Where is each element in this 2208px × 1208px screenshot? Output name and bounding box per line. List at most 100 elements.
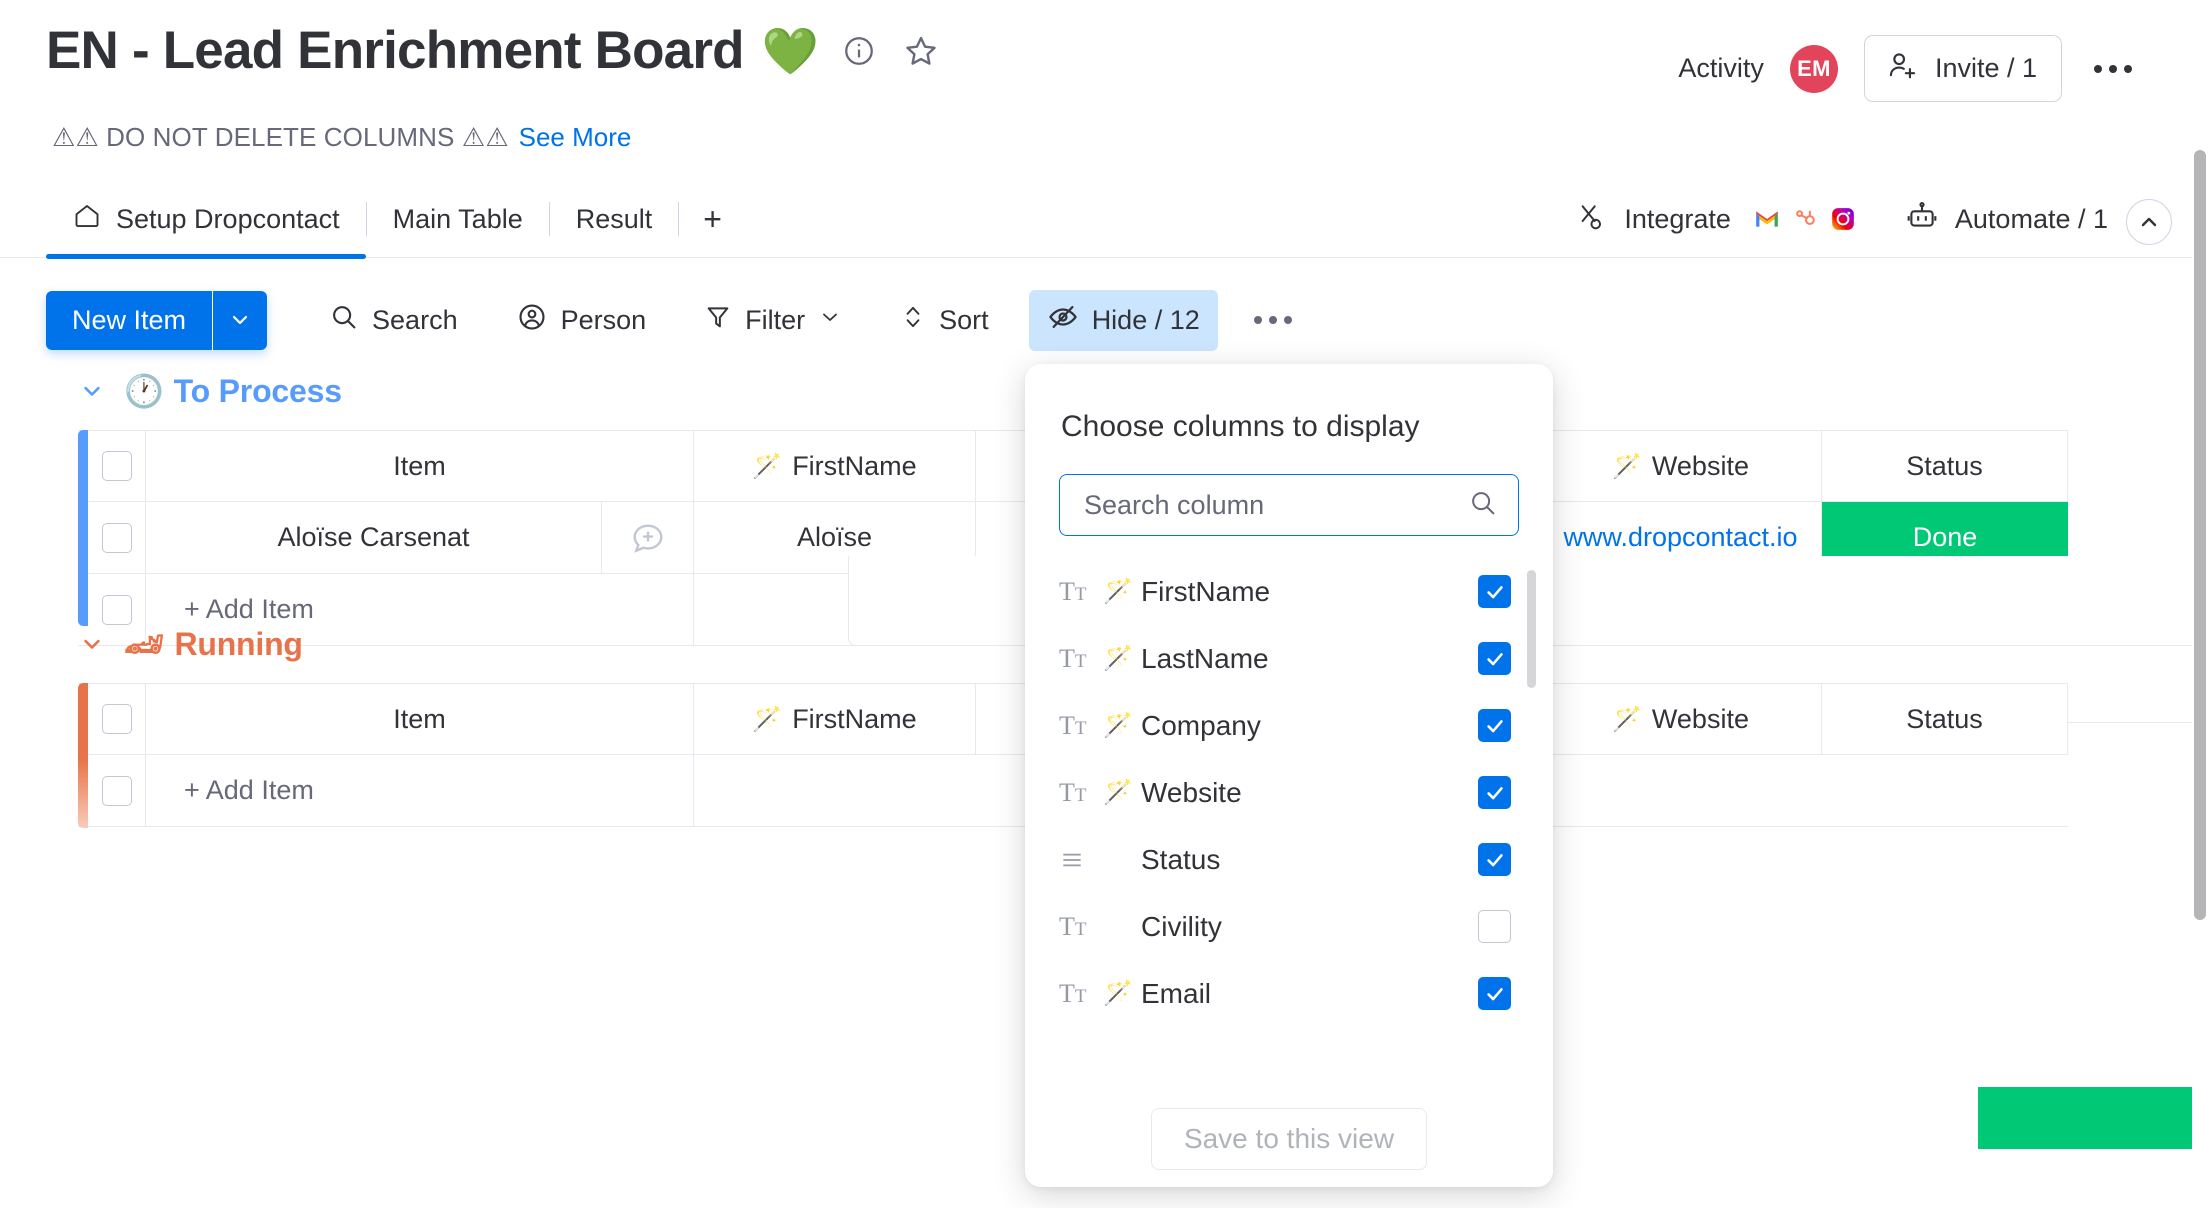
avatar[interactable]: EM (1789, 44, 1838, 93)
search-icon[interactable] (1468, 488, 1498, 523)
column-label: FirstName (792, 450, 917, 481)
group-color-strip (78, 683, 88, 828)
popover-footer: Save to this view (1025, 1091, 1553, 1187)
column-header-status[interactable]: Status (1822, 431, 2068, 501)
add-item-button[interactable]: + Add Item (146, 755, 694, 826)
toolbar-more-icon[interactable] (1238, 302, 1308, 338)
column-option-status[interactable]: Status (1025, 826, 1553, 893)
cell-item[interactable]: Aloïse Carsenat (146, 502, 602, 573)
text-icon: TT (1059, 911, 1087, 941)
wand-icon: 🪄 (1103, 578, 1133, 605)
chevron-up-icon[interactable] (2126, 199, 2172, 245)
board-description-text: ⚠⚠ DO NOT DELETE COLUMNS ⚠⚠ (52, 122, 509, 152)
eye-off-icon (1047, 301, 1079, 340)
column-option-checkbox[interactable] (1478, 575, 1511, 608)
popover-scrollbar[interactable] (1527, 570, 1536, 688)
column-option-civility[interactable]: TT Civility (1025, 893, 1553, 960)
chevron-down-icon[interactable] (213, 290, 268, 350)
column-header-item[interactable]: Item (146, 684, 694, 754)
column-header-firstname[interactable]: 🪄 FirstName (694, 684, 976, 754)
column-option-label: FirstName (1141, 575, 1271, 607)
heart-emoji: 💚 (761, 24, 820, 77)
group-title[interactable]: 🏎 Running (124, 625, 303, 663)
row-checkbox[interactable] (88, 755, 146, 826)
see-more-link[interactable]: See More (519, 122, 632, 153)
more-options-icon[interactable] (2088, 55, 2138, 83)
tab-main-table[interactable]: Main Table (367, 180, 549, 258)
column-header-website[interactable]: 🪄 Website (1540, 431, 1822, 501)
column-list[interactable]: TT 🪄 FirstName TT 🪄 LastName TT 🪄 Company TT 🪄 Webs… (1025, 558, 1553, 1040)
text-icon: TT (1059, 978, 1087, 1008)
group-title[interactable]: 🕐 To Process (124, 372, 342, 410)
column-option-label: Email (1141, 977, 1212, 1009)
column-header-firstname[interactable]: 🪄 FirstName (694, 431, 976, 501)
info-icon[interactable] (837, 29, 881, 73)
search-column-input[interactable] (1084, 489, 1468, 521)
text-icon: TT (1059, 576, 1087, 606)
header-actions: Activity EM Invite / 1 (1678, 35, 2138, 102)
wand-icon: 🪄 (752, 705, 783, 733)
column-option-email-qualification[interactable]: TTEmail Qualification (1025, 1027, 1553, 1040)
select-all-checkbox[interactable] (88, 684, 146, 754)
activity-label[interactable]: Activity (1678, 53, 1764, 84)
row-checkbox[interactable] (88, 502, 146, 573)
column-option-checkbox[interactable] (1478, 642, 1511, 675)
column-option-website[interactable]: TT 🪄 Website (1025, 759, 1553, 826)
add-update-icon[interactable] (602, 502, 694, 573)
person-button[interactable]: Person (498, 290, 665, 351)
hide-button[interactable]: Hide / 12 (1028, 289, 1218, 351)
column-option-label: LastName (1141, 642, 1269, 674)
filter-button[interactable]: Filter (686, 292, 860, 349)
column-option-firstname[interactable]: TT 🪄 FirstName (1025, 558, 1553, 625)
invite-label: Invite / 1 (1934, 53, 2037, 83)
board-title-row: EN - Lead Enrichment Board 💚 (46, 24, 943, 77)
instagram-icon[interactable] (1820, 194, 1865, 244)
search-button[interactable]: Search (311, 291, 476, 350)
column-option-checkbox[interactable] (1478, 776, 1511, 809)
column-option-company[interactable]: TT 🪄 Company (1025, 692, 1553, 759)
chevron-down-icon[interactable] (78, 630, 106, 658)
save-to-this-view-button[interactable]: Save to this view (1150, 1108, 1428, 1170)
tab-setup-dropcontact[interactable]: Setup Dropcontact (46, 180, 366, 259)
column-option-email[interactable]: TT 🪄 Email (1025, 960, 1553, 1027)
column-option-checkbox[interactable] (1478, 910, 1511, 943)
column-label: Website (1651, 450, 1749, 481)
invite-button[interactable]: Invite / 1 (1863, 35, 2062, 102)
column-label: FirstName (792, 703, 917, 734)
sort-button[interactable]: Sort (882, 291, 1007, 350)
wand-icon: 🪄 (1612, 452, 1642, 480)
new-item-button[interactable]: New Item (46, 290, 213, 350)
column-option-lastname[interactable]: TT 🪄 LastName (1025, 625, 1553, 692)
wand-icon: 🪄 (752, 452, 783, 480)
tabs-right-actions: Integrate Automate / 1 (1576, 180, 2108, 258)
column-header-website[interactable]: 🪄 Website (1540, 684, 1822, 754)
status-icon (1059, 847, 1103, 873)
page-scrollbar[interactable] (2192, 0, 2208, 1208)
star-icon[interactable] (899, 29, 943, 73)
column-option-checkbox[interactable] (1478, 843, 1511, 876)
column-header-item[interactable]: Item (146, 431, 694, 501)
tab-label: Main Table (392, 203, 523, 234)
person-add-icon (1885, 49, 1919, 88)
chevron-down-icon[interactable] (78, 377, 106, 405)
sort-label: Sort (939, 304, 989, 335)
wand-icon: 🪄 (1612, 705, 1642, 733)
column-option-checkbox[interactable] (1478, 709, 1511, 742)
integrate-button[interactable]: Integrate (1576, 194, 1865, 244)
search-column-field[interactable] (1059, 474, 1519, 536)
search-label: Search (372, 304, 458, 335)
hubspot-icon[interactable] (1782, 194, 1827, 244)
group-label: Running (174, 625, 303, 662)
automate-button[interactable]: Automate / 1 (1905, 200, 2108, 239)
gmail-icon[interactable] (1744, 194, 1789, 244)
column-option-label: Company (1141, 709, 1261, 741)
wand-icon: 🪄 (1103, 712, 1133, 739)
add-view-button[interactable]: + (679, 180, 746, 258)
sort-icon (900, 302, 926, 339)
integrate-icon (1576, 201, 1608, 238)
column-header-status[interactable]: Status (1822, 684, 2068, 754)
website-link[interactable]: www.dropcontact.io (1563, 522, 1797, 553)
select-all-checkbox[interactable] (88, 431, 146, 501)
tab-result[interactable]: Result (550, 180, 679, 258)
column-option-checkbox[interactable] (1478, 977, 1511, 1010)
